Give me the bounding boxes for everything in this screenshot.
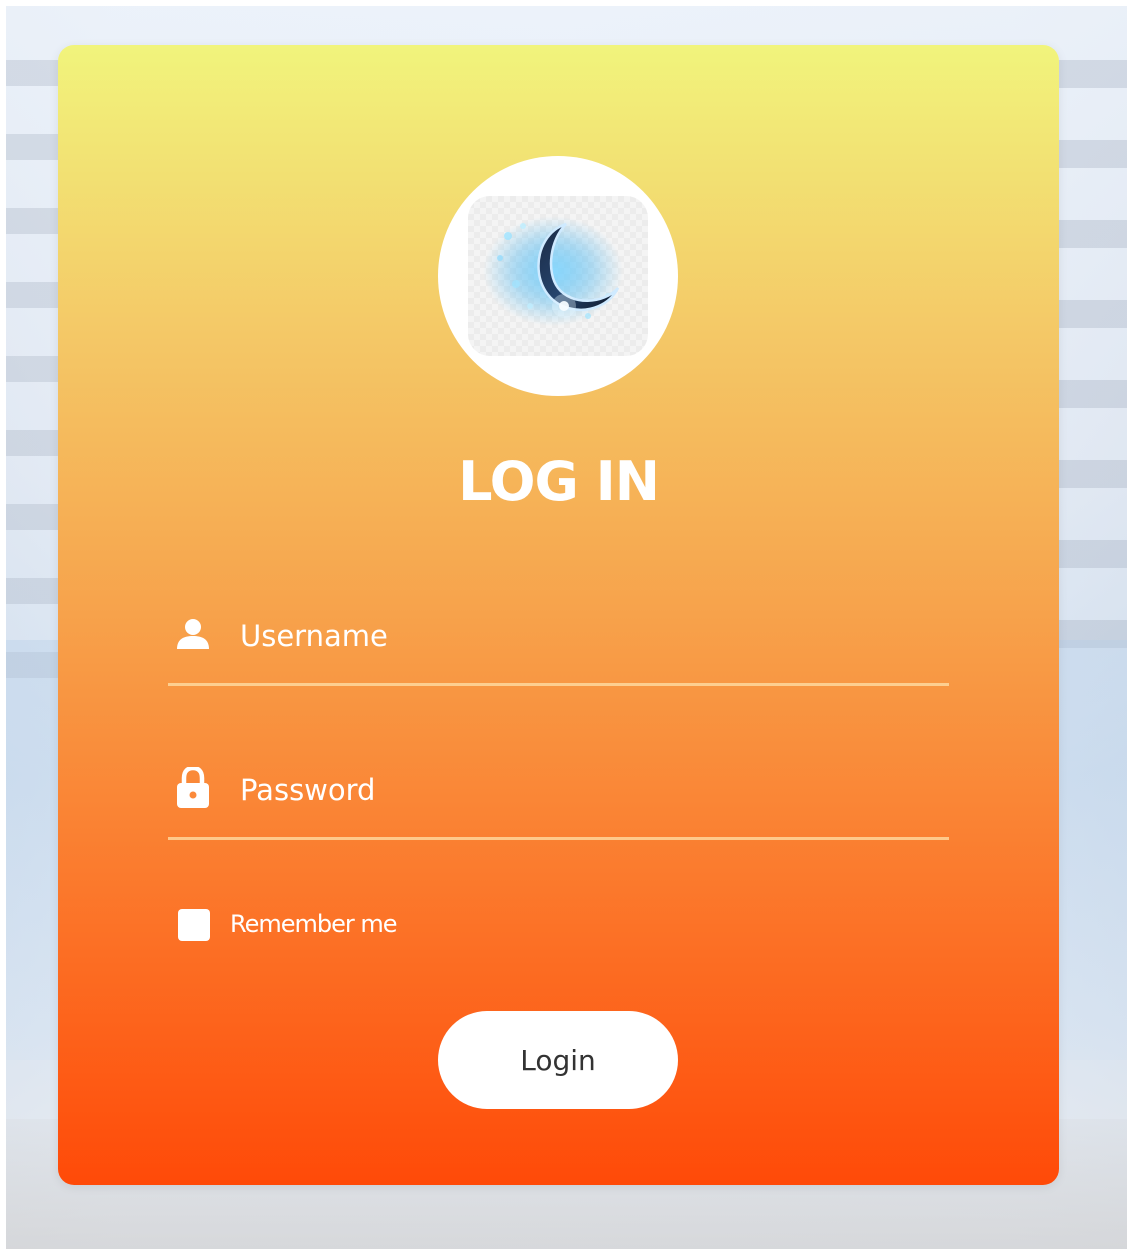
password-input[interactable] bbox=[240, 767, 940, 813]
background-building-left bbox=[0, 60, 60, 680]
crescent-moon-icon bbox=[468, 196, 648, 356]
login-card: LOG IN Remember me Login bbox=[58, 45, 1059, 1185]
lock-icon bbox=[176, 765, 210, 808]
page-title: LOG IN bbox=[458, 450, 660, 513]
background-building-right bbox=[1057, 60, 1127, 680]
remember-me-checkbox[interactable] bbox=[178, 909, 210, 941]
page-edge-left bbox=[0, 0, 6, 1249]
username-input[interactable] bbox=[240, 613, 940, 659]
username-field bbox=[168, 613, 949, 686]
logo-avatar bbox=[438, 156, 678, 396]
login-button[interactable]: Login bbox=[438, 1011, 678, 1109]
page-edge-top bbox=[0, 0, 1127, 6]
remember-me-label: Remember me bbox=[230, 910, 398, 938]
user-icon bbox=[176, 617, 210, 657]
password-field bbox=[168, 765, 949, 840]
